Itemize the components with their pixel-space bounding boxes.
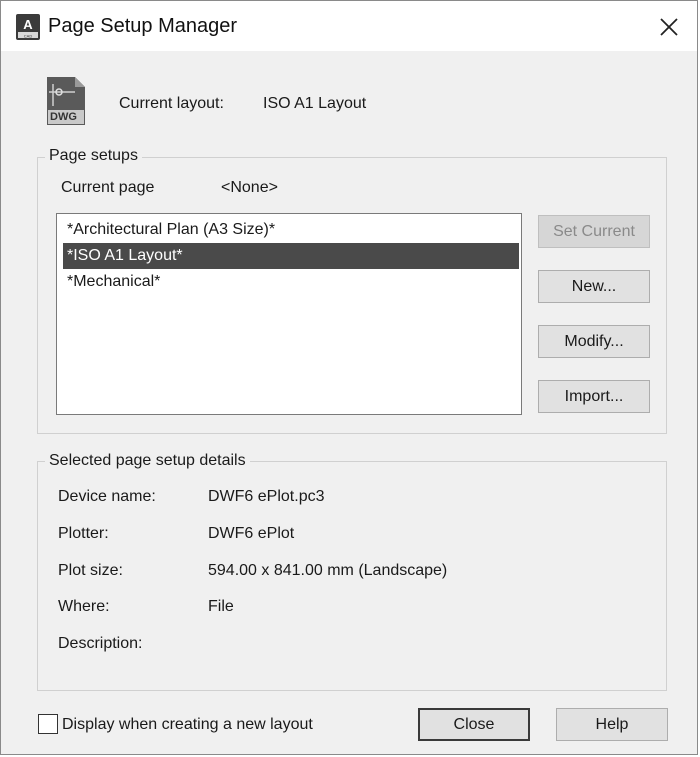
- import-button[interactable]: Import...: [538, 380, 650, 413]
- display-on-new-layout-label[interactable]: Display when creating a new layout: [62, 716, 313, 734]
- close-icon[interactable]: [651, 9, 687, 45]
- plot-size-value: 594.00 x 841.00 mm (Landscape): [208, 562, 448, 579]
- description-label: Description:: [58, 635, 143, 652]
- display-on-new-layout-checkbox[interactable]: [38, 714, 58, 734]
- close-button[interactable]: Close: [418, 708, 530, 741]
- page-setups-list[interactable]: *Architectural Plan (A3 Size)* *ISO A1 L…: [56, 213, 522, 415]
- device-name-value: DWF6 ePlot.pc3: [208, 488, 325, 505]
- list-item[interactable]: *Mechanical*: [63, 269, 519, 295]
- help-button[interactable]: Help: [556, 708, 668, 741]
- page-setups-legend: Page setups: [45, 147, 142, 165]
- page-setup-manager-dialog: A CAD Page Setup Manager DWG Current lay…: [0, 0, 698, 755]
- dwg-file-icon: DWG: [45, 76, 87, 126]
- svg-text:A: A: [23, 17, 33, 32]
- current-page-label: Current page: [61, 179, 155, 196]
- svg-text:CAD: CAD: [24, 34, 33, 39]
- plotter-label: Plotter:: [58, 525, 109, 542]
- details-legend: Selected page setup details: [45, 452, 250, 470]
- where-value: File: [208, 598, 234, 615]
- set-current-button[interactable]: Set Current: [538, 215, 650, 248]
- new-button[interactable]: New...: [538, 270, 650, 303]
- list-item-selected[interactable]: *ISO A1 Layout*: [63, 243, 519, 269]
- current-page-value: <None>: [221, 179, 278, 196]
- where-label: Where:: [58, 598, 110, 615]
- title-bar[interactable]: A CAD Page Setup Manager: [1, 1, 697, 51]
- plot-size-label: Plot size:: [58, 562, 123, 579]
- current-layout-label: Current layout:: [119, 95, 224, 112]
- plotter-value: DWF6 ePlot: [208, 525, 295, 542]
- list-item[interactable]: *Architectural Plan (A3 Size)*: [63, 217, 519, 243]
- modify-button[interactable]: Modify...: [538, 325, 650, 358]
- window-title: Page Setup Manager: [48, 15, 238, 37]
- current-layout-value: ISO A1 Layout: [263, 95, 367, 112]
- device-name-label: Device name:: [58, 488, 156, 505]
- dwg-icon-label: DWG: [50, 111, 77, 123]
- autocad-icon: A CAD: [16, 14, 40, 40]
